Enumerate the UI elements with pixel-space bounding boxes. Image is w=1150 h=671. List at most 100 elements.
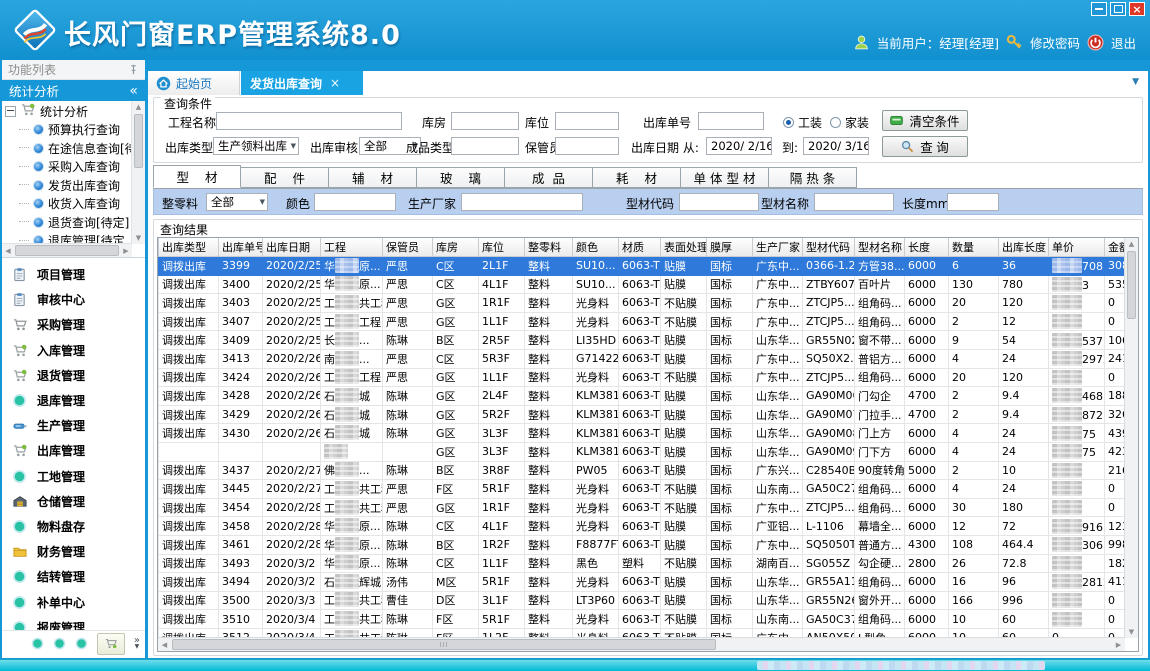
column-header-库位[interactable]: 库位 — [479, 238, 525, 257]
tab-home[interactable]: 起始页 — [148, 71, 240, 95]
sidebar-item-仓储管理[interactable]: 仓储管理 — [11, 489, 145, 514]
scroll-right-icon[interactable]: ▶ — [120, 247, 132, 255]
scroll-left-icon[interactable]: ◀ — [158, 641, 171, 649]
column-header-材质[interactable]: 材质 — [619, 238, 661, 257]
material-tab-辅材[interactable]: 辅 材 — [329, 167, 417, 188]
overflow-chevron-icon[interactable]: »▼ — [134, 637, 140, 650]
column-header-出库长度[interactable]: 出库长度 — [999, 238, 1049, 257]
sidebar-item-报废管理[interactable]: 报废管理 — [11, 615, 145, 630]
column-header-出库日期[interactable]: 出库日期 — [263, 238, 321, 257]
table-row[interactable]: 调拨出库34292020/2/26石城陈琳G区5R2F整料KLM38176063… — [159, 405, 1126, 424]
column-header-工程[interactable]: 工程 — [321, 238, 383, 257]
table-row[interactable]: 调拨出库34092020/2/25长...陈琳B区2R5F整料LI35HD606… — [159, 331, 1126, 350]
date-to-picker[interactable]: 2020/ 3/16▼ — [803, 137, 869, 155]
grid-horizontal-scrollbar[interactable]: ◀ ▶ — [158, 637, 1125, 651]
sidebar-item-退货管理[interactable]: 退货管理 — [11, 363, 145, 388]
material-tab-单体型材[interactable]: 单 体 型 材 — [681, 167, 769, 188]
manufacturer-input[interactable] — [461, 193, 583, 211]
table-row[interactable]: 调拨出库34242020/2/26工工程严思G区1L1F整料光身料6063-T5… — [159, 368, 1126, 387]
tree-item-采购入库查询[interactable]: 采购入库查询 — [5, 158, 131, 177]
tree-item-发货出库查询[interactable]: 发货出库查询 — [5, 176, 131, 195]
sidebar-item-出库管理[interactable]: 出库管理 — [11, 438, 145, 463]
tab-shipping-outbound-query[interactable]: 发货出库查询 × — [241, 71, 363, 95]
sidebar-section-header[interactable]: 统计分析 « — [2, 80, 145, 101]
module-dot-icon[interactable] — [31, 637, 44, 650]
column-header-表面处理[interactable]: 表面处理 — [661, 238, 707, 257]
table-row[interactable]: 调拨出库34452020/2/27工共工程严思F区5R1F整料光身料6063-T… — [159, 480, 1126, 499]
table-row[interactable]: 调拨出库34282020/2/26石城陈琳G区2L4F整料KLM38176063… — [159, 387, 1126, 406]
scroll-up-icon[interactable]: ▲ — [1125, 238, 1138, 250]
table-row[interactable]: 调拨出库33992020/2/25华原...严思C区2L1F整料SU10...6… — [159, 257, 1126, 276]
pin-icon[interactable] — [128, 64, 139, 75]
minimize-button[interactable] — [1091, 2, 1107, 16]
column-header-出库类型[interactable]: 出库类型 — [159, 238, 219, 257]
sidebar-item-采购管理[interactable]: 采购管理 — [11, 312, 145, 337]
tree-item-收货入库查询[interactable]: 收货入库查询 — [5, 195, 131, 214]
column-header-型材代码[interactable]: 型材代码 — [803, 238, 855, 257]
material-tab-耗材[interactable]: 耗 材 — [593, 167, 681, 188]
module-dot-icon[interactable] — [53, 637, 66, 650]
length-input[interactable] — [947, 193, 999, 211]
sidebar-item-退库管理[interactable]: 退库管理 — [11, 388, 145, 413]
scroll-down-icon[interactable]: ▼ — [1125, 626, 1138, 638]
maximize-button[interactable] — [1110, 2, 1126, 16]
tree-collapse-icon[interactable] — [5, 106, 16, 117]
material-tab-成品[interactable]: 成 品 — [505, 167, 593, 188]
sidebar-item-入库管理[interactable]: 入库管理 — [11, 338, 145, 363]
tree-item-退货查询[待定][interactable]: 退货查询[待定] — [5, 213, 131, 232]
product-type-input[interactable] — [451, 137, 519, 155]
table-row[interactable]: 调拨出库34302020/2/26石城陈琳G区3L3F整料KLM38176063… — [159, 424, 1126, 443]
close-button[interactable]: × — [1129, 2, 1145, 16]
sidebar-item-结转管理[interactable]: 结转管理 — [11, 564, 145, 589]
table-row[interactable]: 调拨出库35102020/3/4工共工程陈琳F区5R1F整料光身料6063-T5… — [159, 610, 1126, 629]
search-button[interactable]: 查 询 — [882, 136, 968, 157]
project-name-input[interactable] — [216, 112, 402, 130]
scroll-left-icon[interactable]: ◀ — [2, 247, 14, 255]
table-row[interactable]: 调拨出库34372020/2/27佛...陈琳B区3R8F整料PW056063-… — [159, 461, 1126, 480]
table-row[interactable]: 调拨出库34932020/3/2华原...陈琳C区1L1F整料黑色塑料不贴膜国标… — [159, 554, 1126, 573]
collapse-icon[interactable]: « — [129, 84, 138, 98]
profile-code-input[interactable] — [679, 193, 759, 211]
profile-name-input[interactable] — [814, 193, 894, 211]
table-row[interactable]: 调拨出库34132020/2/26南...严思C区5R3F整料G71422606… — [159, 349, 1126, 368]
material-tab-型材[interactable]: 型 材 — [153, 165, 241, 188]
column-header-长度[interactable]: 长度 — [905, 238, 949, 257]
column-header-膜厚[interactable]: 膜厚 — [707, 238, 753, 257]
tree-item-在途信息查询[待[interactable]: 在途信息查询[待 — [5, 139, 131, 158]
scroll-up-icon[interactable]: ▲ — [132, 101, 145, 113]
sidebar-item-补单中心[interactable]: 补单中心 — [11, 589, 145, 614]
horizontal-scroll-thumb[interactable] — [172, 639, 716, 650]
material-tab-玻璃[interactable]: 玻 璃 — [417, 167, 505, 188]
table-row[interactable]: 调拨出库34072020/2/25工工程严思G区1L1F整料光身料6063-T5… — [159, 312, 1126, 331]
scroll-down-icon[interactable]: ▼ — [132, 232, 145, 244]
column-header-数量[interactable]: 数量 — [949, 238, 999, 257]
table-row[interactable]: 调拨出库34002020/2/25华原...严思C区4L1F整料SU10...6… — [159, 275, 1126, 294]
column-header-整零料[interactable]: 整零料 — [525, 238, 573, 257]
tree-item-预算执行查询[interactable]: 预算执行查询 — [5, 121, 131, 140]
sidebar-item-生产管理[interactable]: 生产管理 — [11, 413, 145, 438]
order-no-input[interactable] — [698, 112, 764, 130]
tab-close-icon[interactable]: × — [330, 76, 340, 90]
column-header-出库单号[interactable]: 出库单号 — [219, 238, 263, 257]
out-type-combo[interactable]: 生产领料出库▼ — [213, 137, 299, 155]
column-header-库房[interactable]: 库房 — [433, 238, 479, 257]
radio-engineering[interactable]: 工装 — [783, 114, 822, 131]
table-row[interactable]: 调拨出库34032020/2/25工共工程严思G区1R1F整料光身料6063-T… — [159, 294, 1126, 313]
keeper-input[interactable] — [555, 137, 619, 155]
date-from-picker[interactable]: 2020/ 2/16▼ — [706, 137, 772, 155]
table-row[interactable]: 调拨出库34942020/3/2石辉城汤伟M区5R1F整料光身料6063-T5贴… — [159, 573, 1126, 592]
column-header-颜色[interactable]: 颜色 — [573, 238, 619, 257]
color-input[interactable] — [314, 193, 396, 211]
table-row[interactable]: 调拨出库34612020/2/28华原...陈琳B区1R2F整料F8877FT6… — [159, 535, 1126, 554]
tree-vertical-scrollbar[interactable]: ▲ ▼ — [131, 101, 145, 244]
scroll-right-icon[interactable]: ▶ — [1112, 641, 1125, 649]
table-row[interactable]: G区3L3F整料KLM38176063-T5贴膜国标山东华...GA90M09.… — [159, 442, 1126, 461]
tree-horizontal-scrollbar[interactable]: ◀ ▶ — [2, 243, 132, 257]
sidebar-item-财务管理[interactable]: 财务管理 — [11, 539, 145, 564]
cart-module-button[interactable] — [97, 633, 125, 655]
table-row[interactable]: 调拨出库35002020/3/3工共工程曹佳D区3L1F整料LT3P606063… — [159, 591, 1126, 610]
change-password-link[interactable]: 修改密码 — [1030, 33, 1080, 52]
table-row[interactable]: 调拨出库34582020/2/28华原...陈琳C区4L1F整料光身料6063-… — [159, 517, 1126, 536]
column-header-型材名称[interactable]: 型材名称 — [855, 238, 905, 257]
column-header-生产厂家[interactable]: 生产厂家 — [753, 238, 803, 257]
